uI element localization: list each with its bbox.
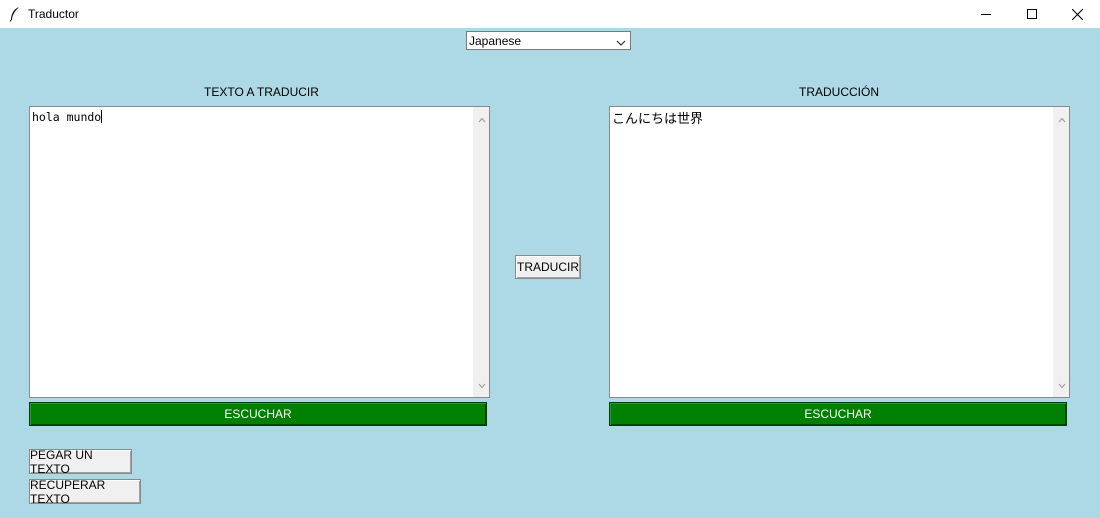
target-text-area[interactable]: こんにちは世界 <box>609 106 1070 398</box>
target-text: こんにちは世界 <box>612 112 704 127</box>
minimize-button[interactable] <box>963 0 1009 28</box>
translate-button[interactable]: TRADUCIR <box>515 255 581 279</box>
language-select-value: Japanese <box>469 34 522 48</box>
scroll-down-icon[interactable] <box>1058 378 1066 392</box>
target-label: TRADUCCIÓN <box>799 85 879 99</box>
close-button[interactable] <box>1054 0 1100 28</box>
paste-text-button[interactable]: PEGAR UN TEXTO <box>29 448 132 476</box>
text-caret <box>101 110 103 123</box>
target-scrollbar[interactable] <box>1053 107 1069 397</box>
minimize-icon <box>981 14 991 15</box>
source-scrollbar[interactable] <box>473 107 489 397</box>
feather-icon <box>8 6 22 22</box>
scroll-down-icon[interactable] <box>478 378 486 392</box>
listen-source-button[interactable]: ESCUCHAR <box>29 402 487 426</box>
scroll-up-icon[interactable] <box>478 112 486 126</box>
source-text: hola mundo <box>32 110 102 124</box>
recover-text-button[interactable]: RECUPERAR TEXTO <box>29 478 141 506</box>
maximize-icon <box>1027 9 1037 19</box>
listen-target-button[interactable]: ESCUCHAR <box>609 402 1067 426</box>
language-select[interactable]: Japanese <box>466 31 631 50</box>
window-title: Traductor <box>28 7 79 21</box>
maximize-button[interactable] <box>1009 0 1055 28</box>
scroll-up-icon[interactable] <box>1058 112 1066 126</box>
source-text-wrapper: hola mundo <box>32 110 103 124</box>
close-icon <box>1071 8 1083 20</box>
chevron-down-icon <box>616 36 626 50</box>
source-text-area[interactable]: hola mundo <box>29 106 490 398</box>
source-label: TEXTO A TRADUCIR <box>204 85 319 99</box>
title-bar: Traductor <box>0 0 1100 28</box>
